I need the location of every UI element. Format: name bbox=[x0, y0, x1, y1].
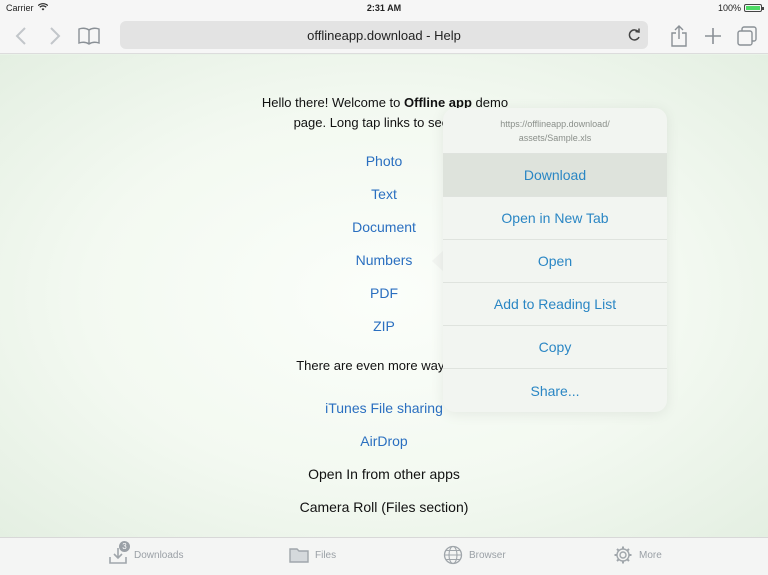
camera-roll-text: Camera Roll (Files section) bbox=[299, 499, 469, 515]
tab-bar: 3 Downloads Files Browser More bbox=[0, 537, 768, 575]
add-tab-icon[interactable] bbox=[702, 25, 724, 47]
tab-downloads[interactable]: 3 Downloads bbox=[108, 541, 184, 565]
tab-browser[interactable]: Browser bbox=[443, 545, 506, 565]
popover-url: https://offlineapp.download/ assets/Samp… bbox=[443, 108, 667, 154]
address-text: offlineapp.download - Help bbox=[307, 27, 461, 43]
forward-icon[interactable] bbox=[44, 25, 66, 47]
menu-item-share[interactable]: Share... bbox=[443, 369, 667, 412]
downloads-badge: 3 bbox=[119, 541, 130, 552]
gear-icon bbox=[613, 545, 633, 565]
downloads-icon: 3 bbox=[108, 541, 130, 565]
tab-files[interactable]: Files bbox=[289, 545, 336, 565]
tab-files-label: Files bbox=[315, 549, 337, 561]
menu-item-download[interactable]: Download bbox=[443, 154, 667, 197]
battery-icon bbox=[744, 4, 764, 12]
battery-percent: 100% bbox=[717, 3, 741, 13]
browser-toolbar: offlineapp.download - Help bbox=[0, 16, 768, 54]
intro-prefix: Hello there! Welcome to bbox=[261, 95, 401, 110]
link-airdrop[interactable]: AirDrop bbox=[284, 433, 484, 449]
reload-icon[interactable] bbox=[626, 27, 642, 43]
menu-item-open[interactable]: Open bbox=[443, 240, 667, 283]
tab-browser-label: Browser bbox=[469, 549, 506, 561]
popover-url-line2: assets/Sample.xls bbox=[518, 133, 592, 143]
tab-downloads-label: Downloads bbox=[134, 549, 184, 561]
globe-icon bbox=[443, 545, 463, 565]
menu-item-open-in-new-tab[interactable]: Open in New Tab bbox=[443, 197, 667, 240]
battery-fill bbox=[746, 6, 760, 10]
folder-icon bbox=[289, 545, 309, 565]
share-icon[interactable] bbox=[668, 25, 690, 47]
bookmarks-icon[interactable] bbox=[78, 25, 100, 47]
menu-item-add-to-reading-list[interactable]: Add to Reading List bbox=[443, 283, 667, 326]
status-time: 2:31 AM bbox=[366, 3, 402, 13]
popover-url-line1: https://offlineapp.download/ bbox=[500, 119, 610, 129]
menu-item-copy[interactable]: Copy bbox=[443, 326, 667, 369]
tab-more-label: More bbox=[639, 549, 662, 561]
back-icon[interactable] bbox=[10, 25, 32, 47]
address-bar[interactable]: offlineapp.download - Help bbox=[120, 21, 648, 49]
status-right: 100% bbox=[717, 3, 764, 13]
tab-more[interactable]: More bbox=[613, 545, 662, 565]
tabs-icon[interactable] bbox=[736, 25, 758, 47]
status-bar: Carrier 2:31 AM 100% bbox=[0, 0, 768, 16]
link-context-menu: https://offlineapp.download/ assets/Samp… bbox=[443, 108, 667, 412]
open-in-text: Open In from other apps bbox=[308, 466, 460, 482]
